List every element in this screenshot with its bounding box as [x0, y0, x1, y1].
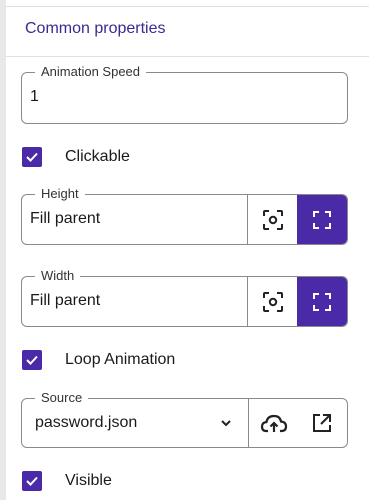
- top-divider: [6, 6, 369, 7]
- animation-speed-input[interactable]: 1: [30, 88, 39, 106]
- expand-corners-icon: [313, 292, 331, 311]
- focus-frame-icon: [262, 209, 283, 230]
- open-external-icon: [313, 414, 331, 432]
- height-field: Height Fill parent: [21, 186, 348, 245]
- loop-animation-label: Loop Animation: [65, 351, 176, 368]
- checkmark-icon: [26, 476, 38, 486]
- height-label: Height: [35, 186, 85, 202]
- checkmark-icon: [26, 355, 38, 365]
- expand-corners-icon: [313, 210, 331, 229]
- source-label: Source: [35, 390, 89, 406]
- source-select[interactable]: password.json: [35, 414, 137, 432]
- visible-row[interactable]: Visible: [22, 470, 112, 492]
- left-rail: [0, 0, 6, 500]
- cloud-upload-icon: [260, 414, 287, 433]
- visible-checkbox[interactable]: [22, 471, 42, 491]
- section-title: Common properties: [25, 20, 166, 37]
- upload-button[interactable]: [248, 399, 298, 447]
- clickable-label: Clickable: [65, 148, 130, 165]
- width-fit-button[interactable]: [247, 277, 297, 326]
- checkmark-icon: [26, 152, 38, 162]
- height-fill-button[interactable]: [297, 195, 347, 244]
- loop-animation-checkbox[interactable]: [22, 350, 42, 370]
- focus-frame-icon: [262, 291, 283, 312]
- height-fit-button[interactable]: [247, 195, 297, 244]
- visible-label: Visible: [65, 472, 112, 489]
- width-value[interactable]: Fill parent: [30, 292, 100, 310]
- width-field: Width Fill parent: [21, 268, 348, 327]
- source-field: Source password.json: [21, 390, 348, 448]
- open-external-button[interactable]: [297, 399, 347, 447]
- animation-speed-field[interactable]: Animation Speed 1: [21, 64, 348, 124]
- clickable-checkbox[interactable]: [22, 147, 42, 167]
- section-divider: [6, 56, 369, 57]
- height-value[interactable]: Fill parent: [30, 210, 100, 228]
- width-label: Width: [35, 268, 81, 284]
- loop-animation-row[interactable]: Loop Animation: [22, 349, 175, 371]
- clickable-row[interactable]: Clickable: [22, 146, 130, 168]
- animation-speed-label: Animation Speed: [35, 64, 147, 80]
- chevron-down-icon[interactable]: [220, 417, 232, 429]
- width-fill-button[interactable]: [297, 277, 347, 326]
